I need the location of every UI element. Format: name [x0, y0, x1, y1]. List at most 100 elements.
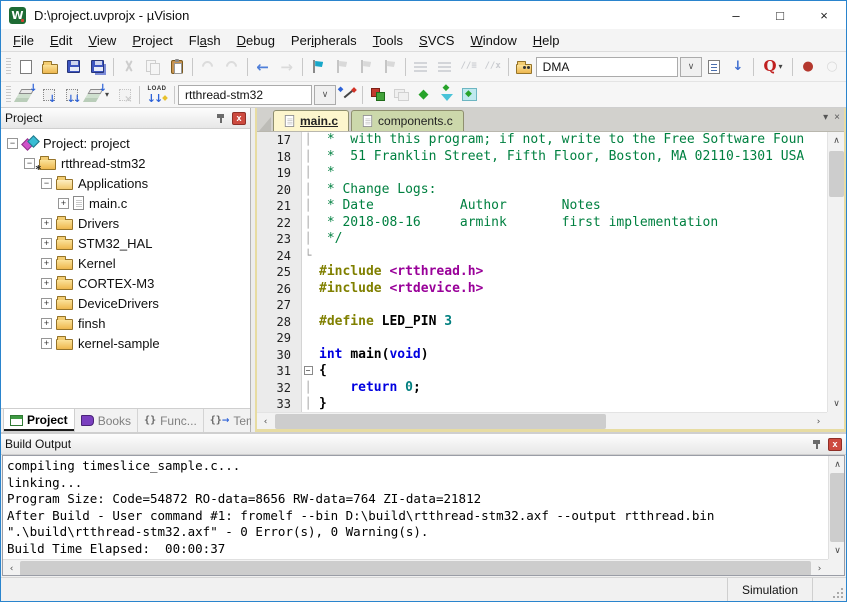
scroll-left-icon[interactable]: ‹ [257, 413, 274, 429]
download-button[interactable]: LOAD↓↓ [143, 85, 171, 105]
tree-item-stm32-hal[interactable]: +STM32_HAL [1, 233, 250, 253]
expand-icon[interactable]: + [41, 258, 52, 269]
insert-breakpoint-button[interactable]: ● [796, 56, 820, 78]
expand-icon[interactable]: + [41, 318, 52, 329]
project-panel-close-button[interactable]: x [232, 112, 246, 125]
panel-tab-project[interactable]: Project [3, 409, 75, 432]
scroll-up-icon[interactable]: ∧ [828, 132, 844, 149]
panel-tab-func[interactable]: {}Func... [138, 409, 204, 432]
find-in-files-button[interactable] [702, 56, 726, 78]
fold-collapse-icon[interactable]: − [304, 366, 313, 375]
scroll-up-icon[interactable]: ∧ [829, 456, 845, 473]
toolbar-grip[interactable] [6, 86, 11, 104]
collapse-icon[interactable]: − [7, 138, 18, 149]
build-horizontal-scrollbar[interactable]: ‹ › [3, 559, 828, 575]
window-controls: – □ × [714, 1, 846, 29]
target-combobox[interactable]: rtthread-stm32 [178, 85, 312, 105]
expand-icon[interactable]: + [41, 338, 52, 349]
scrollbar-thumb[interactable] [20, 561, 811, 576]
tree-item-main-c[interactable]: +main.c [1, 193, 250, 213]
collapse-icon[interactable]: − [24, 158, 35, 169]
document-close-button[interactable]: × [834, 112, 840, 123]
menu-help[interactable]: Help [525, 31, 568, 50]
panel-tab-label: Books [98, 414, 131, 428]
menu-window[interactable]: Window [462, 31, 524, 50]
find-in-files-folder-button[interactable] [512, 56, 536, 78]
navigate-back-button[interactable]: ← [251, 56, 275, 78]
tree-item-kernel[interactable]: +Kernel [1, 253, 250, 273]
paste-button[interactable] [165, 56, 189, 78]
menu-edit[interactable]: Edit [42, 31, 80, 50]
tree-item-finsh[interactable]: +finsh [1, 313, 250, 333]
menu-project[interactable]: Project [124, 31, 180, 50]
collapse-icon[interactable]: − [41, 178, 52, 189]
maximize-button[interactable]: □ [758, 1, 802, 29]
build-vertical-scrollbar[interactable]: ∧ ∨ [828, 456, 844, 559]
editor-tab-main-c[interactable]: main.c [273, 110, 349, 131]
code-editor[interactable]: 17│ * with this program; if not, write t… [257, 132, 844, 429]
menu-debug[interactable]: Debug [229, 31, 283, 50]
save-button[interactable] [62, 56, 86, 78]
uvision-logo-icon: W [9, 7, 26, 24]
scrollbar-thumb[interactable] [275, 414, 606, 429]
find-combobox-dropdown[interactable]: ∨ [680, 57, 702, 77]
tab-list-button[interactable]: ▾ [823, 112, 828, 123]
scroll-right-icon[interactable]: › [810, 413, 827, 429]
pin-icon[interactable] [216, 112, 226, 125]
editor-horizontal-scrollbar[interactable]: ‹ › [257, 412, 827, 429]
open-file-button[interactable] [38, 56, 62, 78]
bookmark-toggle-button[interactable] [306, 56, 330, 78]
expand-icon[interactable]: + [41, 238, 52, 249]
pack-installer-button[interactable] [458, 85, 481, 105]
batch-build-button[interactable]: ▾ [83, 85, 113, 105]
select-software-packs-button[interactable] [435, 85, 458, 105]
tree-item-project-project[interactable]: −Project: project [1, 133, 250, 153]
tree-item-applications[interactable]: −Applications [1, 173, 250, 193]
translate-button[interactable] [14, 85, 37, 105]
manage-project-items-button[interactable] [366, 85, 389, 105]
scroll-right-icon[interactable]: › [811, 560, 828, 576]
scrollbar-thumb[interactable] [830, 473, 845, 542]
menu-svcs[interactable]: SVCS [411, 31, 462, 50]
menu-flash[interactable]: Flash [181, 31, 229, 50]
pin-icon[interactable] [812, 438, 822, 451]
build-output-close-button[interactable]: x [828, 438, 842, 451]
tree-item-devicedrivers[interactable]: +DeviceDrivers [1, 293, 250, 313]
scroll-down-icon[interactable]: ∨ [828, 395, 844, 412]
editor-vertical-scrollbar[interactable]: ∧ ∨ [827, 132, 844, 412]
scrollbar-thumb[interactable] [829, 151, 844, 197]
close-button[interactable]: × [802, 1, 846, 29]
panel-tab-books[interactable]: Books [75, 409, 138, 432]
rebuild-button[interactable] [60, 85, 83, 105]
scroll-down-icon[interactable]: ∨ [829, 542, 845, 559]
toolbar-separator [174, 86, 175, 104]
resize-grip[interactable] [812, 578, 846, 601]
expand-icon[interactable]: + [58, 198, 69, 209]
options-for-target-button[interactable] [336, 85, 359, 105]
target-combobox-dropdown[interactable]: ∨ [314, 85, 336, 105]
new-file-button[interactable] [14, 56, 38, 78]
expand-icon[interactable]: + [41, 278, 52, 289]
expand-icon[interactable]: + [41, 218, 52, 229]
code-coverage-button[interactable]: Q▾ [757, 56, 789, 78]
bookmark-clear-button [378, 56, 402, 78]
toolbar-grip[interactable] [6, 58, 11, 76]
tree-item-rtthread-stm32[interactable]: −rtthread-stm32 [1, 153, 250, 173]
menu-view[interactable]: View [80, 31, 124, 50]
fold-margin [301, 330, 315, 347]
manage-runtime-environment-button[interactable]: ◆ [412, 85, 435, 105]
expand-icon[interactable]: + [41, 298, 52, 309]
scroll-left-icon[interactable]: ‹ [3, 560, 20, 576]
tree-item-cortex-m3[interactable]: +CORTEX-M3 [1, 273, 250, 293]
incremental-find-button[interactable]: ↓ [726, 56, 750, 78]
tree-item-kernel-sample[interactable]: +kernel-sample [1, 333, 250, 353]
minimize-button[interactable]: – [714, 1, 758, 29]
save-all-button[interactable] [86, 56, 110, 78]
menu-tools[interactable]: Tools [365, 31, 411, 50]
menu-peripherals[interactable]: Peripherals [283, 31, 365, 50]
tree-item-drivers[interactable]: +Drivers [1, 213, 250, 233]
editor-tab-components-c[interactable]: components.c [351, 110, 464, 131]
build-button[interactable] [37, 85, 60, 105]
find-combobox[interactable]: DMA [536, 57, 678, 77]
menu-file[interactable]: File [5, 31, 42, 50]
